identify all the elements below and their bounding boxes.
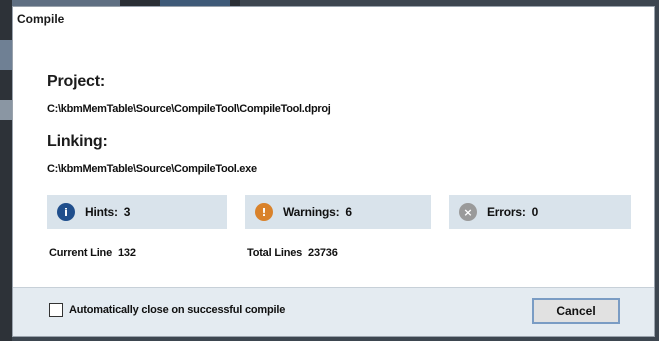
current-line-value: 132 [118, 247, 136, 259]
total-lines-value: 23736 [308, 247, 338, 259]
current-line-stat: Current Line 132 [49, 247, 136, 259]
errors-counter: × Errors: 0 [449, 195, 631, 229]
linking-path: C:\kbmMemTable\Source\CompileTool.exe [47, 163, 257, 175]
project-path: C:\kbmMemTable\Source\CompileTool\Compil… [47, 103, 331, 115]
hints-label: Hints: [85, 205, 118, 219]
dialog-title: Compile [17, 12, 65, 26]
compile-dialog: Compile Project: C:\kbmMemTable\Source\C… [12, 6, 655, 337]
hints-counter: i Hints: 3 [47, 195, 227, 229]
warnings-count: 6 [345, 205, 353, 219]
total-lines-stat: Total Lines 23736 [247, 247, 338, 259]
background-window-fragment [0, 40, 12, 70]
background-window-edge [0, 0, 12, 341]
total-lines-label: Total Lines [247, 247, 303, 259]
auto-close-checkbox[interactable] [49, 303, 63, 317]
background-window-fragment [0, 100, 12, 120]
project-label: Project: [47, 73, 105, 90]
auto-close-option[interactable]: Automatically close on successful compil… [49, 303, 285, 317]
error-icon: × [459, 203, 477, 221]
info-icon: i [57, 203, 75, 221]
current-line-label: Current Line [49, 247, 112, 259]
linking-label: Linking: [47, 133, 108, 150]
warnings-label: Warnings: [283, 205, 340, 219]
cancel-button[interactable]: Cancel [532, 298, 620, 324]
errors-label: Errors: [487, 205, 526, 219]
hints-count: 3 [123, 205, 131, 219]
warnings-counter: ! Warnings: 6 [245, 195, 431, 229]
title-bar[interactable]: Compile [13, 7, 654, 31]
dialog-footer: Automatically close on successful compil… [13, 287, 654, 336]
auto-close-label[interactable]: Automatically close on successful compil… [69, 304, 285, 316]
errors-count: 0 [531, 205, 539, 219]
warning-icon: ! [255, 203, 273, 221]
